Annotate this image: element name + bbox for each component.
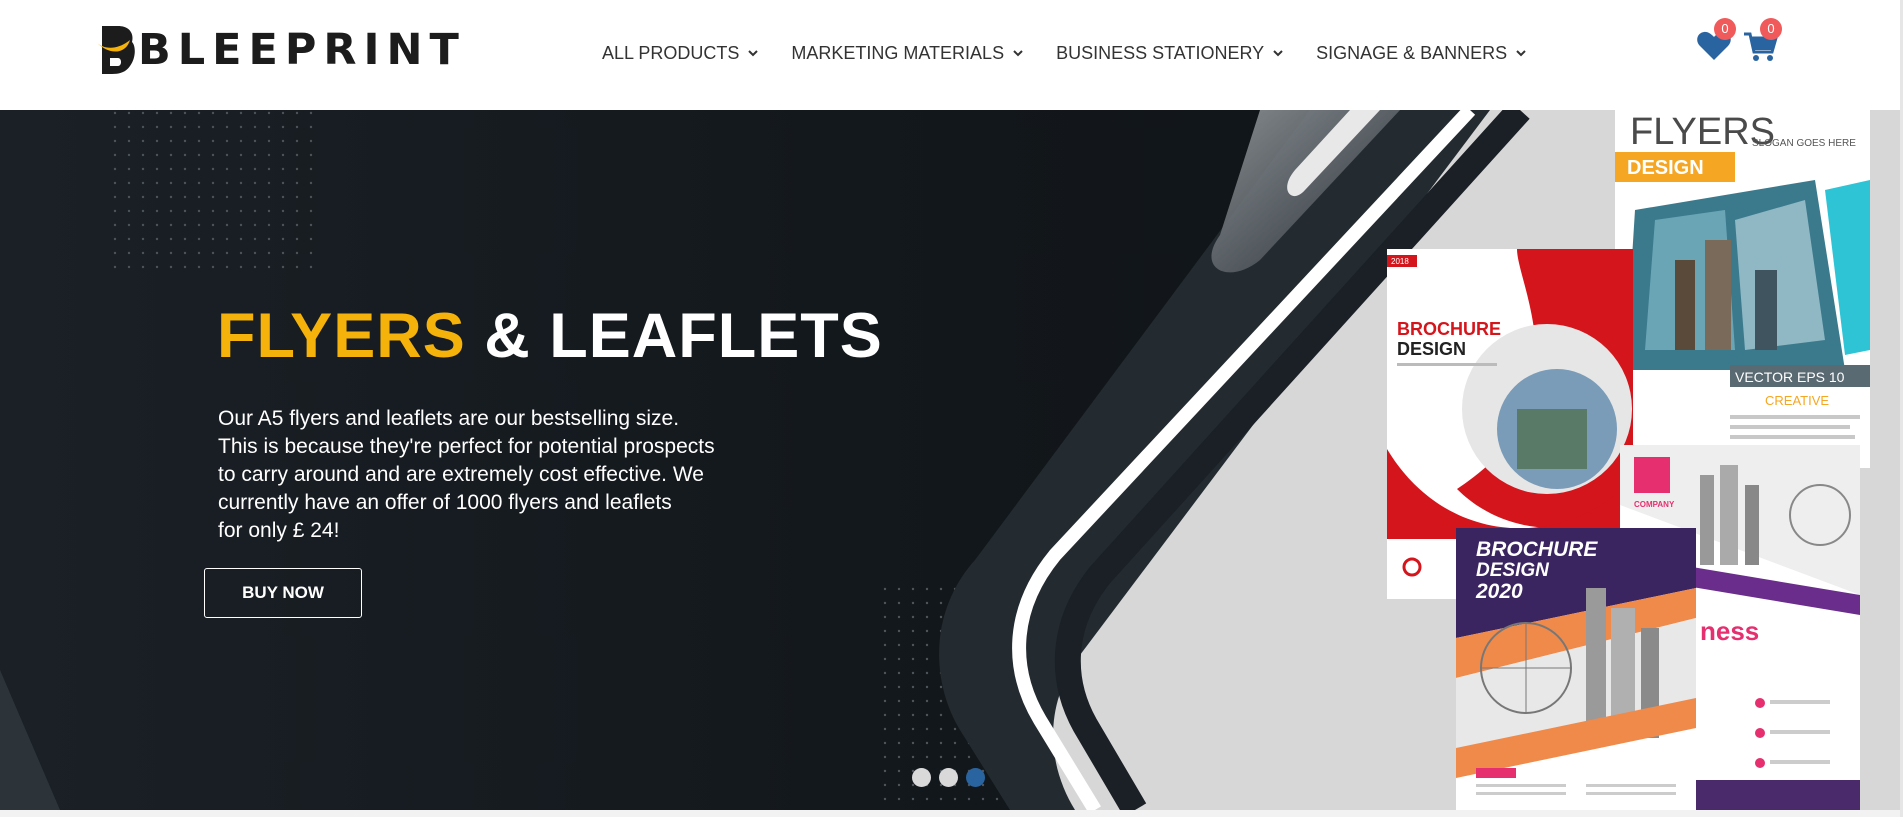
brand-logo[interactable]: BLEEPRINT [96, 24, 466, 76]
brochure2-line2: DESIGN [1476, 560, 1550, 581]
wishlist-count-badge: 0 [1714, 18, 1736, 40]
brochure-2020-mockup-image: BROCHURE DESIGN 2020 [1456, 528, 1696, 810]
header-icons: 0 0 [1694, 18, 1786, 66]
brochure2-line1: BROCHURE [1476, 538, 1598, 561]
wishlist-button[interactable]: 0 [1694, 18, 1736, 66]
slider-dot-1[interactable] [912, 768, 931, 787]
chevron-down-icon [1013, 50, 1023, 57]
nav-item-business-stationery[interactable]: BUSINESS STATIONERY [1056, 38, 1286, 68]
hero-title: FLYERS & LEAFLETS [217, 300, 883, 372]
slider-dot-2[interactable] [939, 768, 958, 787]
slider-pagination [912, 768, 993, 787]
hero-slider: FLYERS DESIGN SLOGAN GOES HERE VECTOR EP… [0, 110, 1903, 810]
nav-item-all-products[interactable]: ALL PRODUCTS [602, 38, 761, 68]
slider-dot-3[interactable] [966, 768, 985, 787]
logo-mark-icon [96, 24, 136, 76]
cart-button[interactable]: 0 [1740, 18, 1782, 66]
site-header: BLEEPRINT ALL PRODUCTS MARKETING MATERIA… [0, 0, 1903, 110]
hero-description-line: This is because they're perfect for pote… [218, 435, 715, 458]
nav-item-label: BUSINESS STATIONERY [1056, 42, 1265, 63]
cart-count-badge: 0 [1760, 18, 1782, 40]
nav-item-label: ALL PRODUCTS [602, 42, 740, 63]
nav-item-label: SIGNAGE & BANNERS [1316, 42, 1508, 63]
nav-item-signage-banners[interactable]: SIGNAGE & BANNERS [1316, 38, 1529, 68]
brand-name: BLEEPRINT [138, 25, 466, 75]
flyer-slogan: SLOGAN GOES HERE [1752, 138, 1856, 149]
flyer-vector-label: VECTOR EPS 10 [1735, 369, 1845, 385]
hero-description-line: for only £ 24! [218, 519, 340, 542]
brochure2-line3: 2020 [1475, 580, 1523, 603]
hero-title-rest: & LEAFLETS [465, 301, 883, 371]
hero-description-line: to carry around and are extremely cost e… [218, 463, 704, 486]
company-label: COMPANY [1634, 500, 1675, 509]
nav-item-label: MARKETING MATERIALS [791, 42, 1005, 63]
page-bottom-divider [0, 810, 1903, 817]
flyer-subtitle: DESIGN [1627, 157, 1704, 179]
buy-now-button[interactable]: BUY NOW [204, 568, 362, 618]
brochure-line1: BROCHURE [1397, 319, 1501, 339]
hero-description-line: Our A5 flyers and leaflets are our bests… [218, 407, 680, 430]
chevron-down-icon [1273, 50, 1283, 57]
hero-description: Our A5 flyers and leaflets are our bests… [218, 405, 778, 545]
nav-item-marketing-materials[interactable]: MARKETING MATERIALS [791, 38, 1026, 68]
brochure-line2: DESIGN [1397, 339, 1466, 359]
main-nav: ALL PRODUCTS MARKETING MATERIALS BUSINES… [602, 38, 1559, 68]
business-label: ness [1700, 616, 1759, 646]
hero-title-accent: FLYERS [217, 301, 466, 371]
flyer-creative-label: CREATIVE [1765, 393, 1829, 408]
hero-description-line: currently have an offer of 1000 flyers a… [218, 491, 672, 514]
flyer-mockup-image: FLYERS DESIGN SLOGAN GOES HERE VECTOR EP… [1615, 110, 1870, 468]
brochure-year: 2018 [1391, 257, 1409, 266]
chevron-down-icon [1516, 50, 1526, 57]
chevron-down-icon [748, 50, 759, 57]
